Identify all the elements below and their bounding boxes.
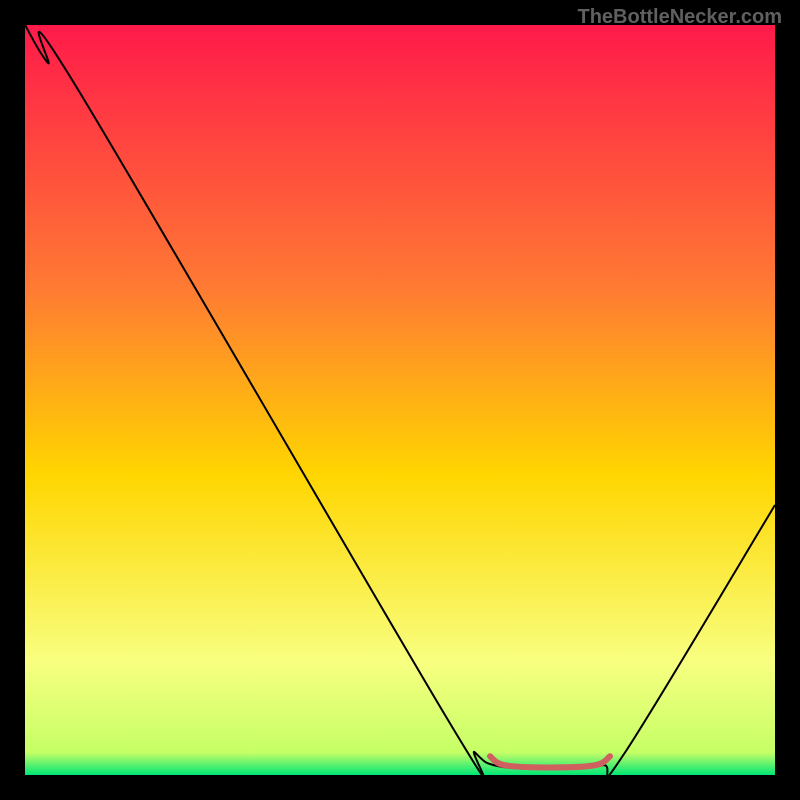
chart-svg <box>25 25 775 775</box>
watermark-text: TheBottleNecker.com <box>577 6 782 29</box>
bottleneck-chart <box>25 25 775 775</box>
gradient-background <box>25 25 775 775</box>
